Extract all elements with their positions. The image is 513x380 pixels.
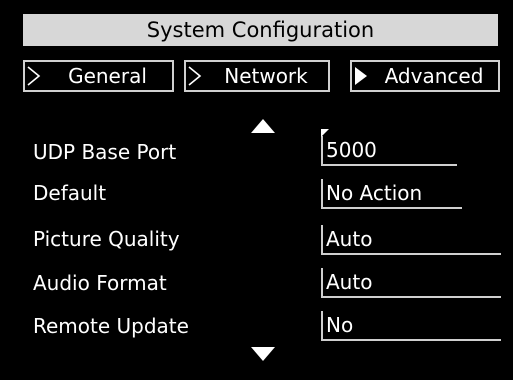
triangle-right-icon bbox=[188, 66, 202, 86]
default-field[interactable]: No Action bbox=[321, 179, 462, 209]
default-value: No Action bbox=[326, 181, 423, 205]
scroll-up-icon[interactable] bbox=[250, 118, 276, 134]
audio-format-value: Auto bbox=[326, 270, 373, 294]
scroll-down-icon[interactable] bbox=[250, 346, 276, 362]
corner-marker-icon bbox=[321, 129, 329, 137]
udp-base-port-value: 5000 bbox=[326, 138, 377, 162]
picture-quality-field[interactable]: Auto bbox=[321, 225, 501, 255]
default-label: Default bbox=[33, 181, 107, 205]
remote-update-value: No bbox=[326, 313, 354, 337]
picture-quality-value: Auto bbox=[326, 227, 373, 251]
tab-general[interactable]: General bbox=[23, 60, 174, 92]
remote-update-field[interactable]: No bbox=[321, 311, 501, 341]
remote-update-label: Remote Update bbox=[33, 314, 189, 338]
tab-network[interactable]: Network bbox=[184, 60, 330, 92]
tab-general-label: General bbox=[68, 64, 147, 88]
tab-advanced-label: Advanced bbox=[384, 64, 484, 88]
tab-advanced[interactable]: Advanced bbox=[350, 60, 500, 92]
triangle-right-icon bbox=[27, 66, 41, 86]
page-title: System Configuration bbox=[23, 14, 498, 46]
tab-network-label: Network bbox=[224, 64, 308, 88]
udp-base-port-field[interactable]: 5000 bbox=[321, 129, 457, 166]
udp-base-port-label: UDP Base Port bbox=[33, 140, 177, 164]
audio-format-field[interactable]: Auto bbox=[321, 268, 501, 298]
audio-format-label: Audio Format bbox=[33, 271, 167, 295]
triangle-right-icon bbox=[355, 67, 367, 85]
picture-quality-label: Picture Quality bbox=[33, 227, 180, 251]
